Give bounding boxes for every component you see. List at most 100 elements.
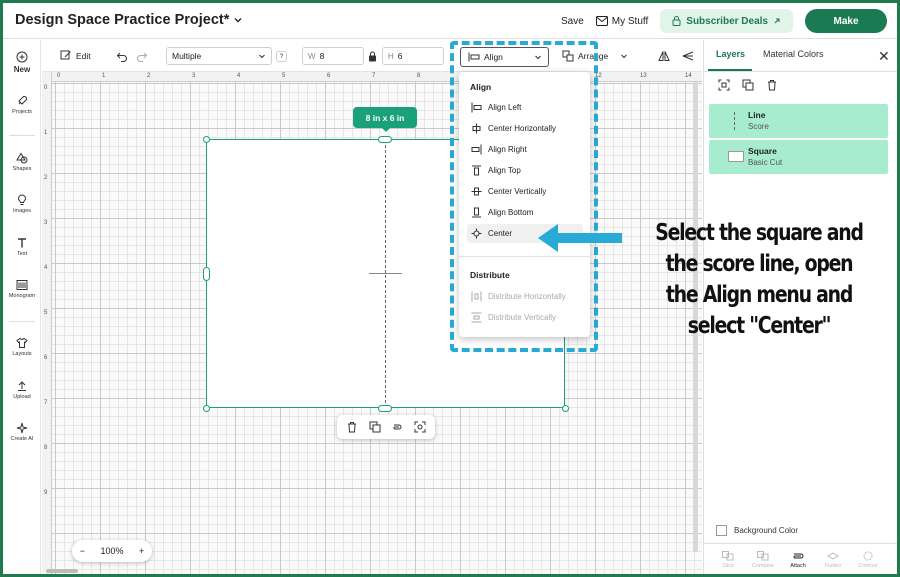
duplicate-icon[interactable] bbox=[369, 421, 381, 433]
menu-item-align-right[interactable]: Align Right bbox=[467, 140, 583, 159]
ruler-tick: 13 bbox=[640, 73, 647, 79]
align-heading: Align bbox=[470, 82, 492, 92]
score-line[interactable] bbox=[385, 140, 386, 408]
menu-item-align-bottom[interactable]: Align Bottom bbox=[467, 203, 583, 222]
menu-item-label: Center Vertically bbox=[488, 187, 547, 196]
tab-material-colors[interactable]: Material Colors bbox=[763, 49, 824, 59]
rail-item-monogram[interactable]: Monogram bbox=[3, 279, 41, 299]
ruler-tick: 6 bbox=[44, 355, 48, 361]
rail-label-create-ai: Create AI bbox=[10, 436, 34, 442]
resize-handle-left[interactable] bbox=[203, 267, 210, 281]
flip-button[interactable] bbox=[658, 47, 670, 65]
shapes-icon bbox=[16, 152, 28, 164]
ruler-tick: 4 bbox=[44, 265, 48, 271]
attach-icon bbox=[793, 553, 804, 559]
subscriber-deals-label: Subscriber Deals bbox=[686, 15, 768, 27]
flip-icon bbox=[658, 51, 670, 61]
ruler-tick: 8 bbox=[44, 445, 48, 451]
monogram-icon bbox=[16, 280, 28, 290]
offset-button[interactable] bbox=[682, 47, 694, 65]
menu-item-center-vertically[interactable]: Center Vertically bbox=[467, 182, 583, 201]
menu-item-label: Align Right bbox=[488, 145, 527, 154]
ruler-tick: 0 bbox=[44, 85, 48, 91]
background-color-swatch bbox=[716, 525, 727, 536]
edit-button[interactable]: Edit bbox=[60, 47, 91, 65]
rail-label-projects: Projects bbox=[12, 109, 32, 115]
layer-item-line[interactable]: Line Score bbox=[709, 104, 888, 138]
canvas-horizontal-scrollbar[interactable] bbox=[46, 569, 78, 573]
rail-item-upload[interactable]: Upload bbox=[3, 380, 41, 400]
edit-pencil-icon bbox=[60, 50, 71, 60]
rail-item-layouts[interactable]: Layouts bbox=[3, 337, 41, 357]
mail-icon bbox=[595, 16, 608, 26]
menu-item-align-left[interactable]: Align Left bbox=[467, 98, 583, 117]
text-t-icon bbox=[18, 238, 26, 248]
combine-button[interactable]: Combine bbox=[747, 551, 779, 569]
annotation-line: the score line, open bbox=[665, 251, 854, 277]
rail-item-text[interactable]: Text bbox=[3, 237, 41, 257]
rocket-icon bbox=[18, 95, 28, 105]
lightbulb-icon bbox=[17, 194, 27, 205]
make-button[interactable]: Make bbox=[805, 9, 887, 33]
project-title[interactable]: Design Space Practice Project* bbox=[15, 12, 243, 28]
rail-item-create-ai[interactable]: Create AI bbox=[3, 422, 41, 442]
menu-item-align-top[interactable]: Align Top bbox=[467, 161, 583, 180]
resize-handle-bottom-left[interactable] bbox=[203, 405, 210, 412]
ruler-tick: 14 bbox=[685, 73, 692, 79]
annotation-line: Select the square and bbox=[655, 220, 864, 246]
distribute-horizontal-icon bbox=[471, 291, 482, 302]
external-arrow-icon bbox=[774, 18, 780, 24]
width-value: 8 bbox=[319, 51, 325, 61]
center-vertical-icon bbox=[471, 187, 482, 196]
close-icon[interactable]: ✕ bbox=[878, 49, 890, 63]
attach-button[interactable]: Attach bbox=[782, 551, 814, 569]
rail-item-projects[interactable]: Projects bbox=[3, 95, 41, 115]
menu-item-center-horizontally[interactable]: Center Horizontally bbox=[467, 119, 583, 138]
width-label: W bbox=[308, 51, 316, 61]
resize-handle-top-left[interactable] bbox=[203, 136, 210, 143]
tshirt-icon bbox=[16, 337, 28, 348]
ruler-tick: 5 bbox=[44, 310, 48, 316]
menu-item-distribute-horizontally[interactable]: Distribute Horizontally bbox=[467, 287, 583, 306]
save-button[interactable]: Save bbox=[561, 16, 584, 27]
flatten-button[interactable]: Flatten bbox=[817, 551, 849, 569]
zoom-in-button[interactable]: + bbox=[139, 546, 144, 556]
menu-item-label: Align Top bbox=[488, 166, 521, 175]
zoom-out-button[interactable]: − bbox=[80, 546, 85, 556]
width-field[interactable]: W 8 bbox=[302, 47, 364, 65]
layer-item-square[interactable]: Square Basic Cut bbox=[709, 140, 888, 174]
group-icon[interactable] bbox=[718, 79, 730, 91]
contour-button[interactable]: Contour bbox=[852, 551, 884, 569]
operation-help-icon[interactable]: ? bbox=[276, 51, 287, 62]
rail-item-shapes[interactable]: Shapes bbox=[3, 152, 41, 172]
panel-footer-divider bbox=[704, 543, 898, 544]
menu-item-distribute-vertically[interactable]: Distribute Vertically bbox=[467, 308, 583, 327]
chevron-down-icon bbox=[234, 18, 242, 23]
combine-icon bbox=[757, 551, 769, 561]
chevron-down-icon bbox=[259, 54, 265, 59]
duplicate-icon[interactable] bbox=[742, 79, 754, 91]
undo-button[interactable] bbox=[116, 47, 128, 65]
resize-handle-bottom-right[interactable] bbox=[562, 405, 569, 412]
background-color-toggle[interactable]: Background Color bbox=[716, 525, 798, 536]
rail-new-button[interactable]: New bbox=[3, 51, 41, 74]
trash-icon[interactable] bbox=[766, 79, 778, 91]
trash-icon[interactable] bbox=[346, 421, 358, 433]
height-field[interactable]: H 6 bbox=[382, 47, 444, 65]
operation-select[interactable]: Multiple bbox=[166, 47, 272, 65]
undo-icon bbox=[116, 52, 127, 62]
redo-button[interactable] bbox=[136, 47, 148, 65]
subscriber-deals-button[interactable]: Subscriber Deals bbox=[660, 9, 793, 33]
tab-layers[interactable]: Layers bbox=[716, 49, 745, 59]
my-stuff-button[interactable]: My Stuff bbox=[595, 16, 648, 27]
slice-button[interactable]: Slice bbox=[712, 551, 744, 569]
lock-aspect-button[interactable] bbox=[368, 47, 377, 65]
resize-handle-top[interactable] bbox=[378, 136, 392, 143]
distribute-vertical-icon bbox=[471, 312, 482, 323]
rail-item-images[interactable]: Images bbox=[3, 194, 41, 214]
focus-icon[interactable] bbox=[414, 421, 426, 433]
zoom-value: 100% bbox=[100, 546, 124, 556]
resize-handle-bottom[interactable] bbox=[378, 405, 392, 412]
align-dropdown-button[interactable]: Align bbox=[460, 47, 549, 67]
attach-icon[interactable] bbox=[391, 421, 403, 433]
